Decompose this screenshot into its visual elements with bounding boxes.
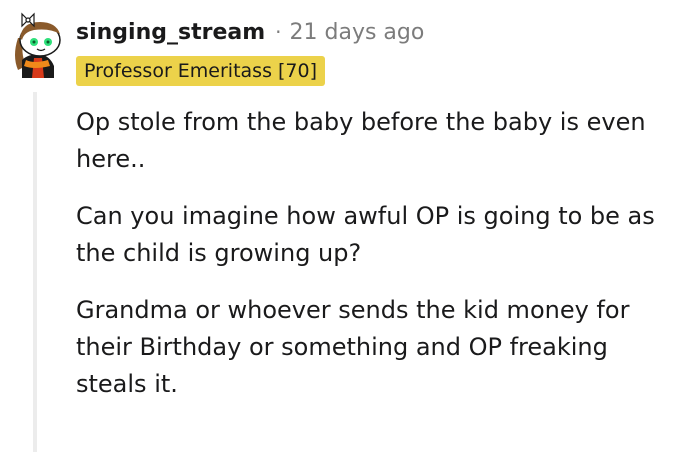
comment-header: singing_stream · 21 days ago — [76, 14, 424, 50]
user-avatar-icon[interactable] — [4, 8, 68, 78]
comment-paragraph: Can you imagine how awful OP is going to… — [76, 202, 655, 267]
comment-timestamp[interactable]: 21 days ago — [290, 20, 425, 45]
comment-paragraph: Grandma or whoever sends the kid money f… — [76, 296, 630, 398]
thread-collapse-line[interactable] — [33, 92, 37, 452]
username-link[interactable]: singing_stream — [76, 20, 265, 45]
comment-body: Op stole from the baby before the baby i… — [76, 104, 676, 423]
comment-paragraph: Op stole from the baby before the baby i… — [76, 108, 646, 173]
meta-separator: · — [275, 20, 282, 44]
user-flair-badge: Professor Emeritass [70] — [76, 56, 326, 86]
